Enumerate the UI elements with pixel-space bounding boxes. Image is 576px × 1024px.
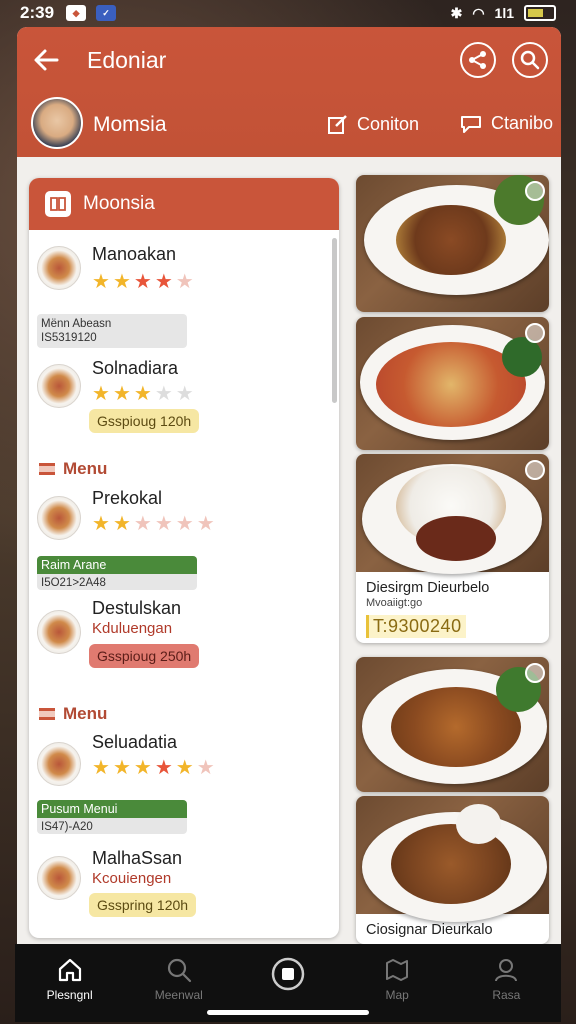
caption-title: Ciosignar Dieurkalo xyxy=(366,922,493,938)
avatar[interactable] xyxy=(31,97,83,149)
caption-price: T:9300240 xyxy=(366,615,466,638)
dish-thumbnail xyxy=(37,496,81,540)
map-icon xyxy=(386,959,409,981)
item-name: Destulskan xyxy=(92,598,182,618)
menu-list-card: Moonsia Manoakan ★ ★ ★ ★ ★ Mënn Abeasn IS531… xyxy=(29,178,339,938)
menu-section-icon xyxy=(39,463,55,475)
item-subtitle: Kduluengan xyxy=(92,620,173,637)
nav-label: Map xyxy=(385,988,409,1002)
top-app-bar: Edoniar Momsia Coniton Ctanibo xyxy=(17,27,561,157)
nav-label: Meenwal xyxy=(154,988,203,1002)
dish-photo xyxy=(356,454,549,574)
dish-thumbnail xyxy=(37,246,81,290)
tag-code: IS47)-A20 xyxy=(41,821,93,833)
section-title: Menu xyxy=(63,704,108,723)
wifi-icon: ◠ xyxy=(472,4,485,21)
tag-title: Pusum Menui xyxy=(37,800,187,818)
select-checkbox[interactable] xyxy=(525,323,545,343)
select-checkbox[interactable] xyxy=(525,663,545,683)
back-arrow-icon[interactable] xyxy=(31,45,61,75)
status-icons: ✱ ◠ 1l1 xyxy=(451,5,556,22)
nav-record[interactable] xyxy=(243,956,333,996)
dish-photo-card[interactable]: Ciosignar Dieurkalo xyxy=(356,796,549,944)
profile-icon xyxy=(495,959,518,982)
search-button[interactable] xyxy=(512,42,548,78)
tag-code: I5O21>2A48 xyxy=(41,577,106,589)
search-icon xyxy=(520,50,540,70)
rating-stars: ★ ★ ★ ★ ★ ★ xyxy=(92,513,215,535)
nav-search[interactable]: Meenwal xyxy=(134,956,224,1002)
coniton-label: Coniton xyxy=(357,113,420,134)
nav-label: Plesngnl xyxy=(46,988,93,1002)
dish-photo xyxy=(356,175,549,312)
dish-photo-card[interactable] xyxy=(356,175,549,312)
share-icon xyxy=(469,51,486,69)
nav-label: Rasa xyxy=(492,988,521,1002)
dish-photo-card[interactable] xyxy=(356,657,549,792)
home-icon xyxy=(58,958,81,982)
app-window: Edoniar Momsia Coniton Ctanibo Moonsia M… xyxy=(17,27,561,944)
nav-home[interactable]: Plesngnl xyxy=(25,956,115,1002)
item-name: Prekokal xyxy=(92,488,163,508)
notification-icon: ◆ xyxy=(66,5,87,21)
bluetooth-icon: ✱ xyxy=(450,4,463,21)
tag-title: Mënn Abeasn xyxy=(41,318,112,330)
edit-icon xyxy=(328,115,347,134)
item-name: MalhaSsan xyxy=(92,848,183,868)
search-icon xyxy=(167,958,191,983)
menu-book-icon xyxy=(45,191,71,217)
dish-photo-card[interactable] xyxy=(356,317,549,450)
dish-photo xyxy=(356,796,549,922)
caption-subtitle: Mvoaiigt:go xyxy=(366,597,423,609)
rating-stars: ★ ★ ★ ★ ★ xyxy=(92,383,194,405)
scrollbar[interactable] xyxy=(332,238,337,403)
signal-icon: 1l1 xyxy=(494,5,514,21)
dish-thumbnail xyxy=(37,610,81,654)
profile-name: Momsia xyxy=(93,113,167,136)
status-time: 2:39 xyxy=(20,3,55,22)
rating-stars: ★ ★ ★ ★ ★ xyxy=(92,271,194,293)
list-header-title: Moonsia xyxy=(83,193,155,214)
menu-section-icon xyxy=(39,708,55,720)
profile-row: Momsia Coniton Ctanibo xyxy=(31,97,553,153)
list-header: Moonsia xyxy=(29,178,339,230)
battery-icon xyxy=(524,5,556,21)
price-pill: Gsspioug 250h xyxy=(89,644,200,668)
coniton-button[interactable]: Coniton xyxy=(327,113,419,135)
item-name: Solnadiara xyxy=(92,358,179,378)
dish-thumbnail xyxy=(37,364,81,408)
item-name: Manoakan xyxy=(92,244,177,264)
home-indicator[interactable] xyxy=(207,1010,369,1015)
select-checkbox[interactable] xyxy=(525,181,545,201)
photo-caption: Diesirgm Dieurbelo Mvoaiigt:go T:9300240 xyxy=(356,572,549,643)
select-checkbox[interactable] xyxy=(525,460,545,480)
section-title: Menu xyxy=(63,459,108,478)
price-pill: Gsspioug 120h xyxy=(89,409,200,433)
notification-icon: ✓ xyxy=(96,5,117,21)
price-pill: Gsspring 120h xyxy=(89,893,197,917)
ctanibo-button[interactable]: Ctanibo xyxy=(459,113,553,134)
rating-stars: ★ ★ ★ ★ ★ ★ xyxy=(92,757,215,779)
dish-thumbnail xyxy=(37,856,81,900)
tag-title: Raim Arane xyxy=(37,556,197,574)
caption-title: Diesirgm Dieurbelo xyxy=(366,580,490,596)
tag-code: IS5319120 xyxy=(41,332,97,344)
nav-profile[interactable]: Rasa xyxy=(461,956,551,1002)
item-name: Seluadatia xyxy=(92,732,178,752)
share-button[interactable] xyxy=(460,42,496,78)
nav-map[interactable]: Map xyxy=(352,956,442,1002)
ctanibo-label: Ctanibo xyxy=(491,113,554,133)
record-icon xyxy=(271,957,305,991)
item-subtitle: Kcouiengen xyxy=(92,870,172,887)
dish-photo xyxy=(356,317,549,450)
dish-thumbnail xyxy=(37,742,81,786)
dish-photo-card[interactable]: Diesirgm Dieurbelo Mvoaiigt:go T:9300240 xyxy=(356,454,549,643)
status-bar: 2:39 ◆ ✓ ✱ ◠ 1l1 xyxy=(0,0,576,26)
dish-photo xyxy=(356,657,549,792)
app-title: Edoniar xyxy=(87,47,167,73)
chat-icon xyxy=(461,115,481,133)
